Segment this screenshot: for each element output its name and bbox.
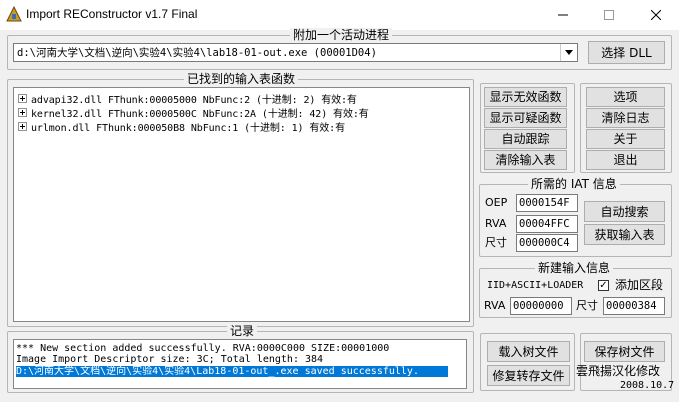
close-icon <box>651 9 661 20</box>
show-suspect-button[interactable]: 显示可疑函数 <box>484 108 567 128</box>
clear-imports-button[interactable]: 清除输入表 <box>484 150 567 170</box>
log-line: Image Import Descriptor size: 3C; Total … <box>16 354 324 365</box>
log-title: 记录 <box>227 324 258 338</box>
translator-credit: 雲飛揚汉化修改 <box>576 364 661 378</box>
fix-dump-button[interactable]: 修复转存文件 <box>487 365 570 386</box>
tree-item-advapi32[interactable]: advapi32.dll FThunk:00005000 NbFunc:2 (十… <box>18 92 357 106</box>
iat-info-title: 所需的 IAT 信息 <box>528 177 620 191</box>
oep-label: OEP <box>485 196 508 209</box>
exit-button[interactable]: 退出 <box>586 150 665 170</box>
select-dll-button[interactable]: 选择 DLL <box>588 41 665 64</box>
log-line-selected[interactable]: D:\河南大学\文档\逆向\实验4\实验4\Lab18-01-out_.exe … <box>16 366 448 377</box>
process-select-value: d:\河南大学\文档\逆向\实验4\实验4\lab18-01-out.exe (… <box>17 47 377 59</box>
minimize-button[interactable] <box>540 0 586 29</box>
imports-tree[interactable]: advapi32.dll FThunk:00005000 NbFunc:2 (十… <box>13 87 470 322</box>
new-import-title: 新建输入信息 <box>535 261 614 275</box>
new-size-label: 尺寸 <box>576 299 598 312</box>
auto-search-button[interactable]: 自动搜索 <box>584 201 665 222</box>
iid-ascii-loader-label: IID+ASCII+LOADER <box>487 280 584 291</box>
maximize-button[interactable] <box>586 0 632 29</box>
expand-icon[interactable] <box>18 94 27 103</box>
auto-trace-button[interactable]: 自动跟踪 <box>484 129 567 149</box>
load-tree-button[interactable]: 载入树文件 <box>487 341 570 362</box>
options-button[interactable]: 选项 <box>586 87 665 107</box>
app-icon <box>6 6 22 22</box>
tree-item-label: advapi32.dll FThunk:00005000 NbFunc:2 (十… <box>31 95 357 106</box>
add-section-checkbox[interactable]: ✓ <box>598 280 609 291</box>
get-imports-button[interactable]: 获取输入表 <box>584 224 665 245</box>
size-label: 尺寸 <box>485 236 507 249</box>
add-section-label: 添加区段 <box>615 278 664 292</box>
minimize-icon <box>558 14 568 15</box>
log-line: *** New section added successfully. RVA:… <box>16 343 390 354</box>
tree-item-label: urlmon.dll FThunk:000050B8 NbFunc:1 (十进制… <box>31 123 345 134</box>
rva-label: RVA <box>485 217 507 230</box>
iat-size-field[interactable]: 000000C4 <box>516 234 578 252</box>
expand-icon[interactable] <box>18 122 27 131</box>
expand-icon[interactable] <box>18 108 27 117</box>
translation-date: 2008.10.7 <box>620 380 675 391</box>
dropdown-arrow[interactable] <box>560 44 577 61</box>
window-title: Import REConstructor v1.7 Final <box>26 7 198 21</box>
tree-item-urlmon[interactable]: urlmon.dll FThunk:000050B8 NbFunc:1 (十进制… <box>18 120 345 134</box>
about-button[interactable]: 关于 <box>586 129 665 149</box>
new-rva-label: RVA <box>484 299 506 312</box>
attach-process-title: 附加一个活动进程 <box>290 28 393 42</box>
tree-item-label: kernel32.dll FThunk:0000500C NbFunc:2A (… <box>31 109 369 120</box>
chevron-down-icon <box>565 50 573 55</box>
close-button[interactable] <box>633 0 679 29</box>
clear-log-button[interactable]: 清除日志 <box>586 108 665 128</box>
imports-title: 已找到的输入表函数 <box>184 72 299 86</box>
oep-field[interactable]: 0000154F <box>516 194 578 212</box>
show-invalid-button[interactable]: 显示无效函数 <box>484 87 567 107</box>
tree-item-kernel32[interactable]: kernel32.dll FThunk:0000500C NbFunc:2A (… <box>18 106 369 120</box>
save-tree-button[interactable]: 保存树文件 <box>584 341 665 362</box>
maximize-icon <box>604 9 614 20</box>
new-rva-field[interactable]: 00000000 <box>510 297 572 315</box>
log-list[interactable]: *** New section added successfully. RVA:… <box>13 339 467 389</box>
new-size-field[interactable]: 00000384 <box>603 297 665 315</box>
process-select[interactable]: d:\河南大学\文档\逆向\实验4\实验4\lab18-01-out.exe (… <box>13 43 578 62</box>
iat-rva-field[interactable]: 00004FFC <box>516 215 578 233</box>
